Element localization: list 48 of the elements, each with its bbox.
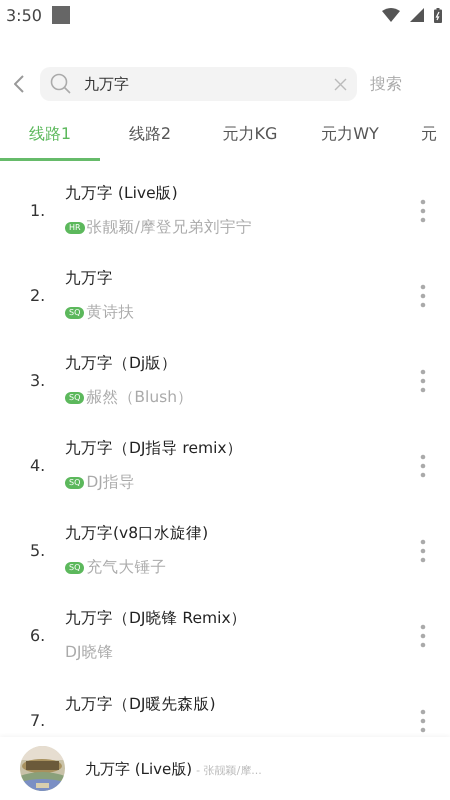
quality-badge: SQ — [65, 306, 84, 318]
more-icon[interactable] — [420, 708, 426, 732]
artist-name: DJ晓锋 — [65, 642, 114, 663]
track-number: 3. — [30, 371, 46, 390]
track-number: 7. — [30, 711, 46, 730]
more-icon[interactable] — [420, 538, 426, 562]
search-icon — [50, 73, 72, 95]
quality-badge: SQ — [65, 562, 84, 574]
artist-name: 张靓颖/摩登兄弟刘宇宁 — [86, 217, 252, 238]
more-icon[interactable] — [420, 284, 426, 308]
track-number: 5. — [30, 541, 46, 560]
notification-icon — [52, 6, 70, 24]
more-icon[interactable] — [420, 198, 426, 222]
tab[interactable]: 元力KG — [200, 119, 300, 161]
song-title[interactable]: 九万字 (Live版) — [65, 183, 420, 204]
quality-badge: HR — [65, 222, 85, 234]
now-playing-artist: - 张靓颖/摩... — [196, 764, 262, 776]
song-title[interactable]: 九万字（DJ晓锋 Remix） — [65, 608, 420, 629]
song-title[interactable]: 九万字（DJ暖先森版) — [65, 694, 420, 714]
wifi-icon — [382, 8, 400, 22]
song-title[interactable]: 九万字(v8口水旋律) — [65, 523, 420, 544]
more-icon[interactable] — [420, 624, 426, 648]
more-icon[interactable] — [420, 368, 426, 392]
back-icon[interactable] — [14, 75, 24, 93]
clear-icon[interactable] — [334, 78, 347, 90]
song-title[interactable]: 九万字（DJ指导 remix） — [65, 438, 420, 459]
artist-name: 赧然（Blush） — [86, 387, 194, 408]
track-number: 4. — [30, 456, 46, 475]
song-title[interactable]: 九万字（Dj版） — [65, 353, 420, 374]
track-number: 1. — [30, 201, 46, 220]
artist-name: 黄诗扶 — [86, 302, 134, 323]
battery-icon — [434, 8, 442, 22]
now-playing-title: 九万字 (Live版) — [85, 760, 192, 778]
signal-icon — [410, 8, 424, 22]
track-number: 2. — [30, 286, 46, 305]
tab[interactable]: 元力WY — [300, 119, 400, 161]
tab[interactable]: 线路2 — [100, 119, 200, 161]
search-input: 九万字 — [82, 74, 324, 94]
artist-name: 充气大锤子 — [86, 557, 166, 578]
tab[interactable]: 元 — [400, 119, 450, 161]
clock: 3:50 — [6, 6, 42, 24]
quality-badge: SQ — [65, 476, 84, 488]
search-field[interactable]: 九万字 — [40, 67, 357, 101]
quality-badge: SQ — [65, 392, 84, 404]
track-number: 6. — [30, 626, 46, 645]
artist-name: DJ指导 — [86, 472, 135, 493]
more-icon[interactable] — [420, 454, 426, 478]
song-title[interactable]: 九万字 — [65, 268, 420, 289]
